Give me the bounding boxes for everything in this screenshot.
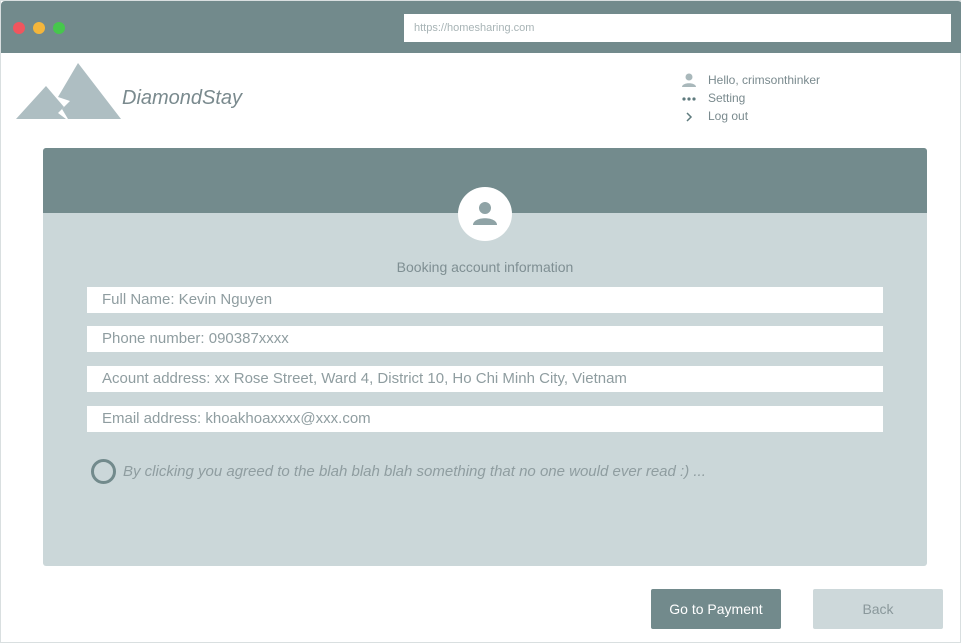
user-icon [681, 72, 697, 88]
avatar [458, 187, 512, 241]
chevron-right-icon [681, 108, 697, 124]
back-button[interactable]: Back [813, 589, 943, 629]
user-greeting-label: Hello, crimsonthinker [708, 73, 821, 87]
more-dots-icon [681, 90, 697, 106]
booking-title: Booking account information [396, 259, 574, 275]
email-field[interactable] [87, 406, 883, 432]
browser-window: https://homesharing.com DiamondStay Hell… [0, 0, 961, 643]
agreement-text: By clicking you agreed to the blah blah … [123, 463, 706, 480]
maximize-window-button[interactable] [53, 22, 65, 34]
full-name-field[interactable] [87, 287, 883, 313]
booking-card: Booking account information By clicking … [43, 148, 927, 566]
account-icon [473, 202, 497, 225]
agreement-radio[interactable] [91, 459, 116, 484]
diamondstay-logo[interactable] [16, 61, 122, 121]
address-bar[interactable]: https://homesharing.com [404, 14, 951, 42]
brand-name: DiamondStay [122, 87, 243, 109]
address-field[interactable] [87, 366, 883, 392]
minimize-window-button[interactable] [33, 22, 45, 34]
browser-titlebar: https://homesharing.com [1, 1, 961, 53]
close-window-button[interactable] [13, 22, 25, 34]
logout-label: Log out [708, 109, 749, 123]
setting-label: Setting [708, 91, 746, 105]
phone-field[interactable] [87, 326, 883, 352]
go-to-payment-button[interactable]: Go to Payment [651, 589, 781, 629]
